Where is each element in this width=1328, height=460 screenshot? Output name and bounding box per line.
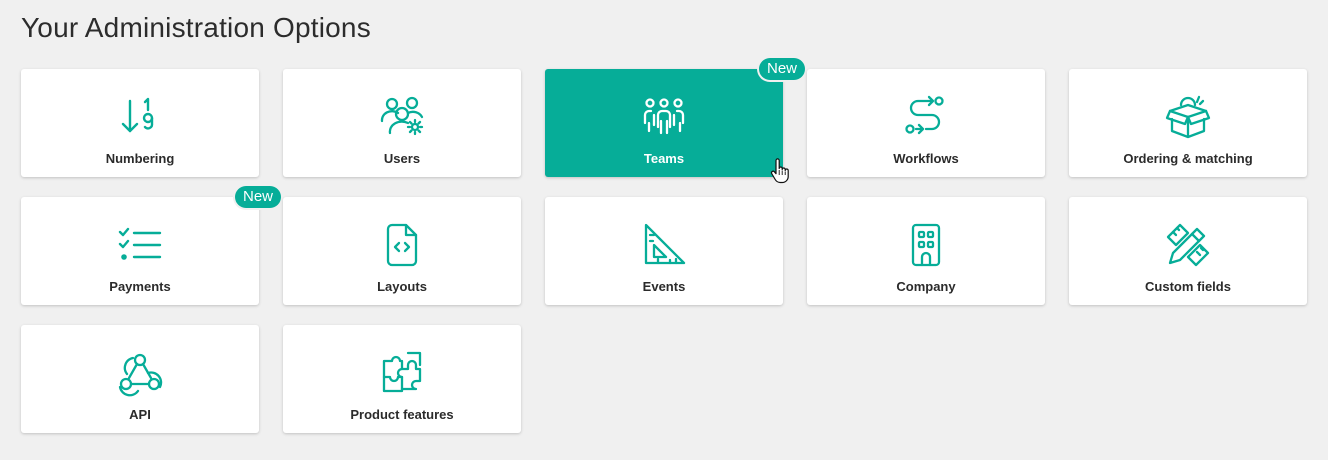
- card-label: Custom fields: [1145, 279, 1231, 294]
- new-badge: New: [758, 58, 805, 80]
- card-workflows[interactable]: Workflows: [807, 69, 1045, 177]
- card-product-features[interactable]: Product features: [283, 325, 521, 433]
- building-icon: [902, 221, 950, 269]
- card-layouts[interactable]: Layouts: [283, 197, 521, 305]
- checklist-icon: [116, 221, 164, 269]
- card-label: Company: [896, 279, 956, 294]
- card-label: Ordering & matching: [1123, 151, 1253, 166]
- card-custom-fields[interactable]: Custom fields: [1069, 197, 1307, 305]
- new-badge: New: [234, 186, 281, 208]
- puzzle-icon: [378, 349, 426, 397]
- code-file-icon: [378, 221, 426, 269]
- pencil-ruler-icon: [1164, 221, 1212, 269]
- sort-numeric-icon: [116, 93, 164, 141]
- card-label: Payments: [109, 279, 171, 294]
- users-settings-icon: [378, 93, 426, 141]
- open-box-icon: [1164, 93, 1212, 141]
- webhook-icon: [116, 349, 164, 397]
- hand-cursor-icon: [770, 158, 790, 184]
- card-label: API: [129, 407, 151, 422]
- page-title: Your Administration Options: [21, 12, 371, 43]
- team-icon: [640, 93, 688, 141]
- route-icon: [902, 93, 950, 141]
- card-label: Product features: [350, 407, 454, 422]
- card-label: Users: [383, 151, 421, 166]
- card-label: Workflows: [893, 151, 959, 166]
- card-ordering-matching[interactable]: Ordering & matching: [1069, 69, 1307, 177]
- admin-options-grid: Numbering Users Teams New Workflows Orde…: [21, 58, 1307, 433]
- card-api[interactable]: API: [21, 325, 259, 433]
- card-label: Events: [642, 279, 686, 294]
- card-label: Layouts: [377, 279, 427, 294]
- card-events[interactable]: Events: [545, 197, 783, 305]
- card-users[interactable]: Users: [283, 69, 521, 177]
- card-label: Numbering: [105, 151, 175, 166]
- card-teams[interactable]: Teams New: [545, 58, 805, 177]
- card-company[interactable]: Company: [807, 197, 1045, 305]
- card-label: Teams: [643, 151, 685, 166]
- set-square-icon: [640, 221, 688, 269]
- card-payments[interactable]: Payments New: [21, 186, 281, 305]
- card-numbering[interactable]: Numbering: [21, 69, 259, 177]
